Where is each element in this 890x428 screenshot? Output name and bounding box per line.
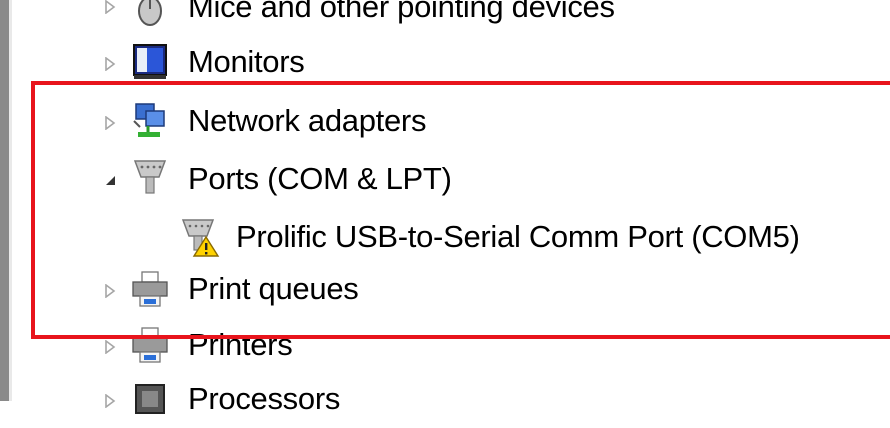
tree-item-label: Processors	[188, 381, 341, 416]
monitor-icon	[130, 42, 170, 82]
expand-arrow-icon[interactable]	[100, 391, 120, 411]
processor-icon	[130, 379, 170, 419]
tree-item-label: Monitors	[188, 44, 305, 79]
mouse-icon	[130, 0, 170, 27]
expand-arrow-icon[interactable]	[100, 337, 120, 357]
expand-arrow-icon[interactable]	[100, 54, 120, 74]
highlight-box	[31, 81, 890, 339]
tree-item-label: Mice and other pointing devices	[188, 0, 615, 24]
expand-arrow-icon[interactable]	[100, 0, 120, 17]
